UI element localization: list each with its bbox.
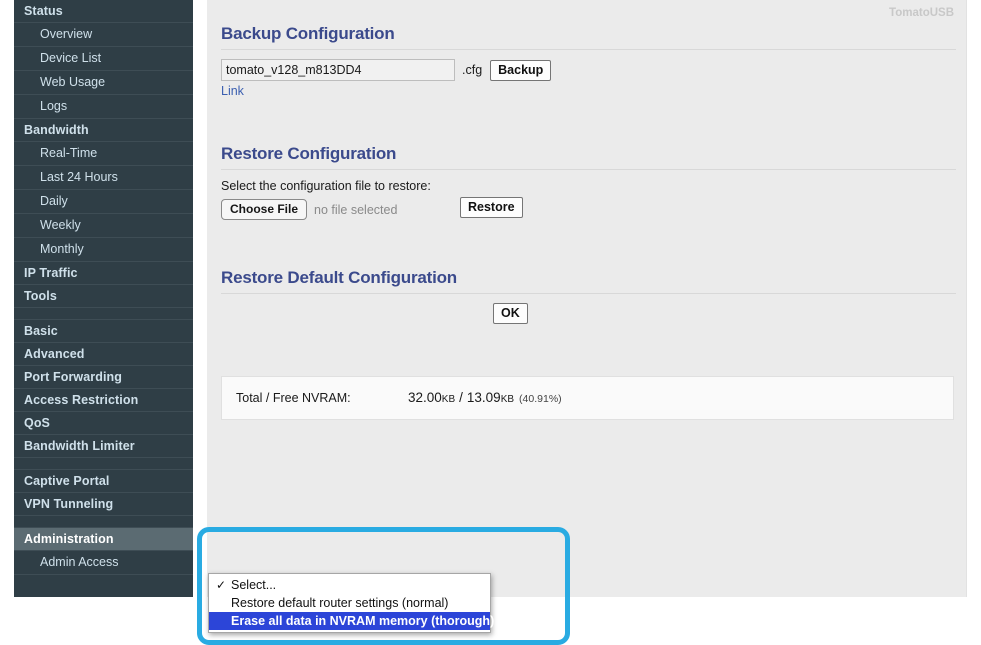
restore-instruction-label: Select the configuration file to restore…: [221, 179, 431, 193]
sidebar-group-bandwidth-limiter[interactable]: Bandwidth Limiter: [14, 435, 193, 458]
sidebar-item-web-usage[interactable]: Web Usage: [14, 71, 193, 95]
sidebar-group-captive-portal[interactable]: Captive Portal: [14, 470, 193, 493]
sidebar-group-bandwidth[interactable]: Bandwidth: [14, 119, 193, 142]
sidebar-item-admin-access[interactable]: Admin Access: [14, 551, 193, 575]
restore-default-dropdown-menu[interactable]: ✓ Select... Restore default router setting…: [208, 573, 494, 633]
ok-button[interactable]: OK: [493, 303, 528, 324]
sidebar-group-administration[interactable]: Administration: [14, 528, 193, 551]
sidebar-item-daily[interactable]: Daily: [14, 190, 193, 214]
sidebar-item-real-time[interactable]: Real-Time: [14, 142, 193, 166]
sidebar-item-last-24-hours[interactable]: Last 24 Hours: [14, 166, 193, 190]
nvram-total-value: 32.00: [408, 390, 442, 405]
restore-button[interactable]: Restore: [460, 197, 523, 218]
sidebar-group-port-forwarding[interactable]: Port Forwarding: [14, 366, 193, 389]
sidebar-item-monthly[interactable]: Monthly: [14, 238, 193, 262]
brand-label: TomatoUSB: [889, 7, 954, 19]
sidebar-group-vpn-tunneling[interactable]: VPN Tunneling: [14, 493, 193, 516]
sidebar-group-spacer: [14, 308, 193, 320]
restore-file-row: Choose File no file selected Restore: [207, 193, 966, 220]
dropdown-option-2[interactable]: Erase all data in NVRAM memory (thorough…: [209, 612, 494, 630]
checkmark-icon: ✓: [216, 578, 227, 592]
sidebar-group-status[interactable]: Status: [14, 0, 193, 23]
nvram-label: Total / Free NVRAM:: [236, 391, 351, 405]
nvram-separator: /: [459, 390, 463, 405]
sidebar-group-ip-traffic[interactable]: IP Traffic: [14, 262, 193, 285]
backup-row: tomato_v128_m813DD4 .cfg Backup Link: [207, 50, 966, 98]
sidebar-item-device-list[interactable]: Device List: [14, 47, 193, 71]
nvram-percent: (40.91%): [519, 393, 562, 405]
dropdown-option-label: Erase all data in NVRAM memory (thorough…: [231, 614, 495, 628]
backup-section-title: Backup Configuration: [221, 24, 395, 43]
dropdown-option-label: Select...: [231, 578, 277, 592]
no-file-selected-label: no file selected: [314, 202, 398, 217]
backup-link[interactable]: Link: [221, 84, 966, 98]
restore-default-configuration-section: Restore Default Configuration OK ✓ Select…: [197, 268, 966, 645]
dropdown-option-label: Restore default router settings (normal): [231, 596, 449, 610]
sidebar-item-overview[interactable]: Overview: [14, 23, 193, 47]
sidebar-group-advanced[interactable]: Advanced: [14, 343, 193, 366]
restore-instruction-row: Select the configuration file to restore…: [207, 170, 966, 193]
sidebar-group-spacer: [14, 458, 193, 470]
nvram-status-row: Total / Free NVRAM: 32.00KB/13.09KB (40.91…: [236, 390, 562, 405]
nvram-free-value: 13.09: [466, 390, 501, 405]
backup-extension-label: .cfg: [462, 63, 483, 77]
sidebar-group-tools[interactable]: Tools: [14, 285, 193, 308]
main-content: TomatoUSB Backup Configuration tomato_v1…: [197, 0, 967, 645]
backup-filename-input[interactable]: tomato_v128_m813DD4: [221, 59, 455, 81]
restore-default-row: OK: [207, 294, 966, 352]
backup-configuration-section: Backup Configuration tomato_v128_m813DD4…: [207, 24, 966, 98]
sidebar-item-logs[interactable]: Logs: [14, 95, 193, 119]
sidebar: Status Overview Device List Web Usage Logs Ba…: [14, 0, 193, 597]
backup-button[interactable]: Backup: [490, 59, 552, 81]
sidebar-group-access-restriction[interactable]: Access Restriction: [14, 389, 193, 412]
sidebar-group-qos[interactable]: QoS: [14, 412, 193, 435]
nvram-total-unit: KB: [441, 394, 456, 405]
choose-file-button[interactable]: Choose File: [221, 199, 308, 220]
restore-section-title: Restore Configuration: [221, 144, 397, 163]
restore-default-section-title: Restore Default Configuration: [221, 268, 457, 287]
sidebar-group-spacer: [14, 516, 193, 528]
nvram-free-unit: KB: [500, 394, 515, 405]
sidebar-group-basic[interactable]: Basic: [14, 320, 193, 343]
dropdown-option-0[interactable]: ✓ Select...: [209, 576, 490, 594]
restore-configuration-section: Restore Configuration Select the configu…: [207, 144, 966, 220]
nvram-panel: Total / Free NVRAM: 32.00KB/13.09KB (40.91…: [221, 376, 954, 420]
sidebar-item-weekly[interactable]: Weekly: [14, 214, 193, 238]
